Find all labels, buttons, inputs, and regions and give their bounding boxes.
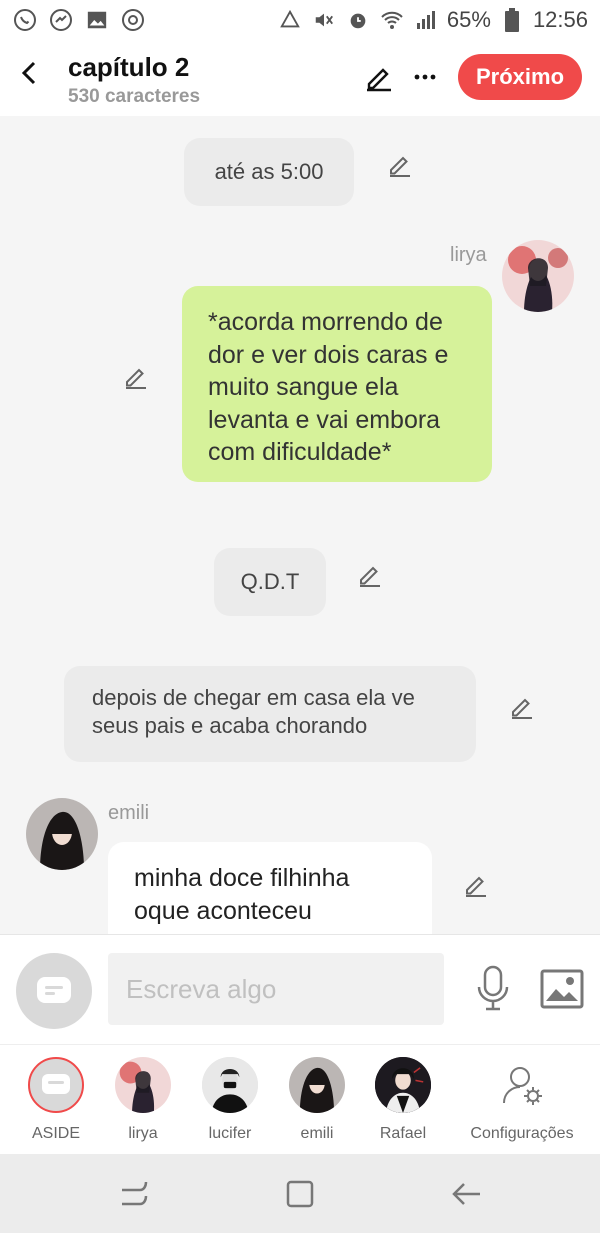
insert-image-button[interactable] [540,969,584,1009]
character-aside[interactable]: ASIDE [6,1057,106,1143]
header: capítulo 2 530 caracteres Próximo [0,40,600,116]
avatar-emili [289,1057,345,1113]
pencil-icon [512,698,532,719]
narration-text: até as 5:00 [214,159,324,185]
data-saver-icon [277,7,303,33]
chrome-icon [120,7,146,33]
edit-title-button[interactable] [364,62,394,92]
home-icon [286,1180,314,1208]
user-settings-icon [503,1067,542,1105]
sender-name: lirya [450,244,487,266]
next-button[interactable]: Próximo [458,54,582,100]
pencil-icon [126,368,146,389]
alarm-icon [345,7,371,33]
pencil-icon [367,68,391,92]
narration-text: Q.D.T [240,569,300,595]
whatsapp-icon [12,7,38,33]
character-lucifer[interactable]: lucifer [180,1057,280,1143]
system-navigation-bar [0,1154,600,1233]
pencil-icon [360,566,380,587]
character-rafael[interactable]: Rafael [353,1057,453,1143]
edit-message-button[interactable] [122,362,150,390]
messenger-icon [48,7,74,33]
battery-percent: 65% [446,7,491,32]
edit-message-button[interactable] [508,692,536,720]
mute-icon [311,7,337,33]
wifi-icon [379,7,405,33]
message-text: *acorda morrendo de dor e ver dois caras… [208,308,449,466]
recent-apps-icon [122,1181,148,1206]
more-options-button[interactable] [410,62,440,92]
back-button[interactable] [14,58,44,88]
pencil-icon [390,156,410,177]
message-text: minha doce filhinha oque aconteceu [134,864,350,925]
avatar-rafael [375,1057,431,1113]
character-emili[interactable]: emili [267,1057,367,1143]
character-label: lucifer [208,1125,252,1142]
message-input[interactable] [108,953,444,1025]
edit-message-button[interactable] [356,560,384,588]
image-icon [540,969,584,1009]
recent-apps-button[interactable] [116,1176,152,1212]
chat-bubble-icon [37,977,71,1003]
chat-area[interactable]: até as 5:00 lirya *acorda morrendo de do… [0,116,600,934]
aside-toggle-button[interactable] [16,953,92,1029]
sender-name: emili [108,802,150,824]
narration-bubble[interactable]: Q.D.T [214,548,326,616]
message-bubble-lirya[interactable]: *acorda morrendo de dor e ver dois caras… [182,286,492,482]
clock: 12:56 [532,7,588,32]
microphone-button[interactable] [474,965,512,1011]
narration-bubble[interactable]: depois de chegar em casa ela ve seus pai… [64,666,476,762]
input-bar [0,934,600,1044]
avatar-emili[interactable] [26,798,98,870]
page-title: capítulo 2 [68,52,190,82]
status-bar: 65% 12:56 [0,0,600,40]
gallery-icon [84,7,110,33]
avatar-lucifer [202,1057,258,1113]
character-count: 530 caracteres [68,86,201,107]
character-label: Configurações [470,1125,574,1142]
arrow-left-icon [452,1183,480,1205]
character-label: Rafael [379,1125,427,1142]
character-label: emili [300,1125,334,1142]
edit-message-button[interactable] [462,870,490,898]
chat-bubble-icon [42,1074,70,1094]
avatar-lirya [115,1057,171,1113]
battery-icon [499,7,525,33]
more-dots-icon [414,74,436,80]
settings-avatar [494,1057,550,1113]
nav-back-button[interactable] [450,1176,486,1212]
aside-avatar [28,1057,84,1113]
edit-message-button[interactable] [386,150,414,178]
message-bubble-emili[interactable]: minha doce filhinha oque aconteceu [108,842,432,934]
pencil-icon [466,876,486,897]
character-label: lirya [128,1125,158,1142]
settings-button[interactable]: Configurações [466,1057,578,1143]
chevron-left-icon [21,61,36,85]
character-label: ASIDE [31,1125,80,1142]
avatar-lirya[interactable] [502,240,574,312]
signal-icon [413,7,439,33]
character-lirya[interactable]: lirya [93,1057,193,1143]
character-bar: ASIDE lirya lucifer emili Rafael Configu… [0,1044,600,1154]
microphone-icon [477,965,509,1011]
narration-bubble[interactable]: até as 5:00 [184,138,354,206]
home-button[interactable] [282,1176,318,1212]
narration-text: depois de chegar em casa ela ve seus pai… [92,685,415,738]
